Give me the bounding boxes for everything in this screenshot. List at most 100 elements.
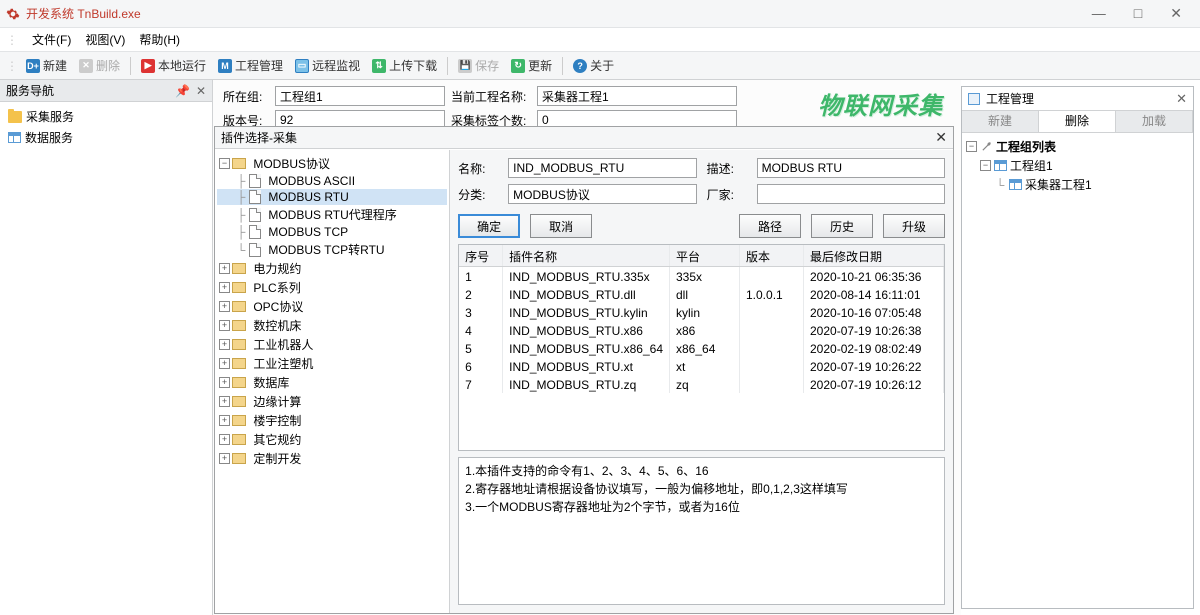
tree-item[interactable]: ├ MODBUS RTU代理程序: [217, 205, 447, 224]
tree-category[interactable]: + 其它规约: [217, 430, 447, 449]
proj-label: 当前工程名称:: [451, 88, 531, 105]
tree-category[interactable]: + 数据库: [217, 373, 447, 392]
col-date[interactable]: 最后修改日期: [804, 245, 944, 266]
tree-label: 数据库: [253, 374, 289, 391]
proj-field[interactable]: [537, 86, 737, 106]
tree-category[interactable]: + 楼宇控制: [217, 411, 447, 430]
tree-label: 定制开发: [253, 450, 301, 467]
tree-category[interactable]: + 工业机器人: [217, 335, 447, 354]
cat-field[interactable]: [508, 184, 696, 204]
folder-icon: [232, 301, 246, 312]
upload-download-button[interactable]: ⇅上传下载: [368, 55, 441, 76]
tree-category[interactable]: + 数控机床: [217, 316, 447, 335]
tree-category[interactable]: + 定制开发: [217, 449, 447, 468]
tree-item[interactable]: └ MODBUS TCP转RTU: [217, 240, 447, 259]
tree-label: OPC协议: [253, 298, 303, 315]
window-title: 开发系统 TnBuild.exe: [26, 5, 141, 22]
expander-icon[interactable]: −: [966, 141, 977, 152]
col-name[interactable]: 插件名称: [503, 245, 670, 266]
plugin-dialog: 插件选择-采集 ✕ − MODBUS协议 ├ MODBUS ASCII ├ MO…: [214, 126, 954, 614]
cancel-button[interactable]: 取消: [530, 214, 592, 238]
proj-tree-root[interactable]: − 工程组列表: [966, 137, 1189, 156]
brand-text: 物联网采集: [818, 86, 943, 121]
table-row[interactable]: 5IND_MODBUS_RTU.x86_64x86_642020-02-19 0…: [459, 339, 944, 357]
table-row[interactable]: 1IND_MODBUS_RTU.335x335x2020-10-21 06:35…: [459, 267, 944, 285]
proj-tree-group[interactable]: − 工程组1: [966, 156, 1189, 175]
table-row[interactable]: 4IND_MODBUS_RTU.x86x862020-07-19 10:26:3…: [459, 321, 944, 339]
ok-button[interactable]: 确定: [458, 214, 520, 238]
local-run-button[interactable]: ▶本地运行: [137, 55, 210, 76]
proj-tree-item[interactable]: └ 采集器工程1: [966, 175, 1189, 194]
close-icon[interactable]: ✕: [1170, 5, 1182, 22]
table-row[interactable]: 3IND_MODBUS_RTU.kylinkylin2020-10-16 07:…: [459, 303, 944, 321]
name-field[interactable]: [508, 158, 696, 178]
upgrade-button[interactable]: 升级: [883, 214, 945, 238]
vendor-field[interactable]: [757, 184, 945, 204]
title-bar: 开发系统 TnBuild.exe — □ ✕: [0, 0, 1200, 28]
plugin-list: 序号 插件名称 平台 版本 最后修改日期 1IND_MODBUS_RTU.335…: [458, 244, 945, 451]
menu-file[interactable]: 文件(F): [32, 31, 71, 48]
table-row[interactable]: 2IND_MODBUS_RTU.dlldll1.0.0.12020-08-14 …: [459, 285, 944, 303]
tree-modbus[interactable]: − MODBUS协议: [217, 154, 447, 173]
tree-item[interactable]: ├ MODBUS TCP: [217, 224, 447, 240]
cat-label: 分类:: [458, 186, 498, 203]
group-field[interactable]: [275, 86, 445, 106]
gear-icon: [6, 7, 20, 21]
new-button[interactable]: D+新建: [22, 55, 71, 76]
tree-label: 工业注塑机: [253, 355, 313, 372]
tree-label: 电力规约: [253, 260, 301, 277]
tree-label: 数控机床: [253, 317, 301, 334]
delete-button[interactable]: ✕删除: [75, 55, 124, 76]
folder-icon: [232, 158, 246, 169]
path-button[interactable]: 路径: [739, 214, 801, 238]
tree-category[interactable]: + 电力规约: [217, 259, 447, 278]
notes-box: 1.本插件支持的命令有1、2、3、4、5、6、16 2.寄存器地址请根据设备协议…: [458, 457, 945, 605]
col-seq[interactable]: 序号: [459, 245, 503, 266]
page-icon: [249, 208, 261, 222]
save-button[interactable]: 💾保存: [454, 55, 503, 76]
nav-item-collect[interactable]: 采集服务: [4, 106, 208, 127]
folder-icon: [232, 453, 246, 464]
proj-tab-new[interactable]: 新建: [962, 111, 1039, 132]
update-button[interactable]: ↻更新: [507, 55, 556, 76]
proj-close-icon[interactable]: ✕: [1176, 91, 1187, 107]
panel-close-icon[interactable]: ✕: [196, 84, 206, 98]
folder-icon: [232, 434, 246, 445]
history-button[interactable]: 历史: [811, 214, 873, 238]
menu-view[interactable]: 视图(V): [85, 31, 125, 48]
group-label: 所在组:: [223, 88, 269, 105]
toolbar: ⋮ D+新建 ✕删除 ▶本地运行 M工程管理 ▭远程监视 ⇅上传下载 💾保存 ↻…: [0, 52, 1200, 80]
tree-category[interactable]: + 边缘计算: [217, 392, 447, 411]
table-row[interactable]: 7IND_MODBUS_RTU.zqzq2020-07-19 10:26:12: [459, 375, 944, 393]
folder-icon: [232, 339, 246, 350]
col-platform[interactable]: 平台: [670, 245, 740, 266]
desc-field[interactable]: [757, 158, 945, 178]
tree-item[interactable]: ├ MODBUS RTU: [217, 189, 447, 205]
page-icon: [249, 174, 261, 188]
menu-help[interactable]: 帮助(H): [139, 31, 180, 48]
remote-monitor-button[interactable]: ▭远程监视: [291, 55, 364, 76]
expander-icon[interactable]: −: [980, 160, 991, 171]
folder-icon: [232, 396, 246, 407]
tree-item[interactable]: ├ MODBUS ASCII: [217, 173, 447, 189]
nav-item-data[interactable]: 数据服务: [4, 127, 208, 148]
maximize-icon[interactable]: □: [1134, 5, 1142, 22]
project-mgmt-button[interactable]: M工程管理: [214, 55, 287, 76]
plugin-tree[interactable]: − MODBUS协议 ├ MODBUS ASCII ├ MODBUS RTU ├…: [215, 150, 450, 613]
proj-panel-title: 工程管理: [986, 90, 1034, 107]
pin-icon[interactable]: 📌: [175, 84, 190, 98]
tree-category[interactable]: + OPC协议: [217, 297, 447, 316]
tree-label: 楼宇控制: [253, 412, 301, 429]
col-version[interactable]: 版本: [740, 245, 804, 266]
table-row[interactable]: 6IND_MODBUS_RTU.xtxt2020-07-19 10:26:22: [459, 357, 944, 375]
folder-icon: [232, 320, 246, 331]
proj-tab-load[interactable]: 加载: [1116, 111, 1193, 132]
proj-tab-delete[interactable]: 删除: [1039, 111, 1116, 132]
tree-category[interactable]: + PLC系列: [217, 278, 447, 297]
about-button[interactable]: ?关于: [569, 55, 618, 76]
grid-icon: [1009, 179, 1022, 190]
dialog-close-icon[interactable]: ✕: [935, 129, 947, 146]
minimize-icon[interactable]: —: [1092, 5, 1106, 22]
folder-icon: [232, 263, 246, 274]
tree-category[interactable]: + 工业注塑机: [217, 354, 447, 373]
